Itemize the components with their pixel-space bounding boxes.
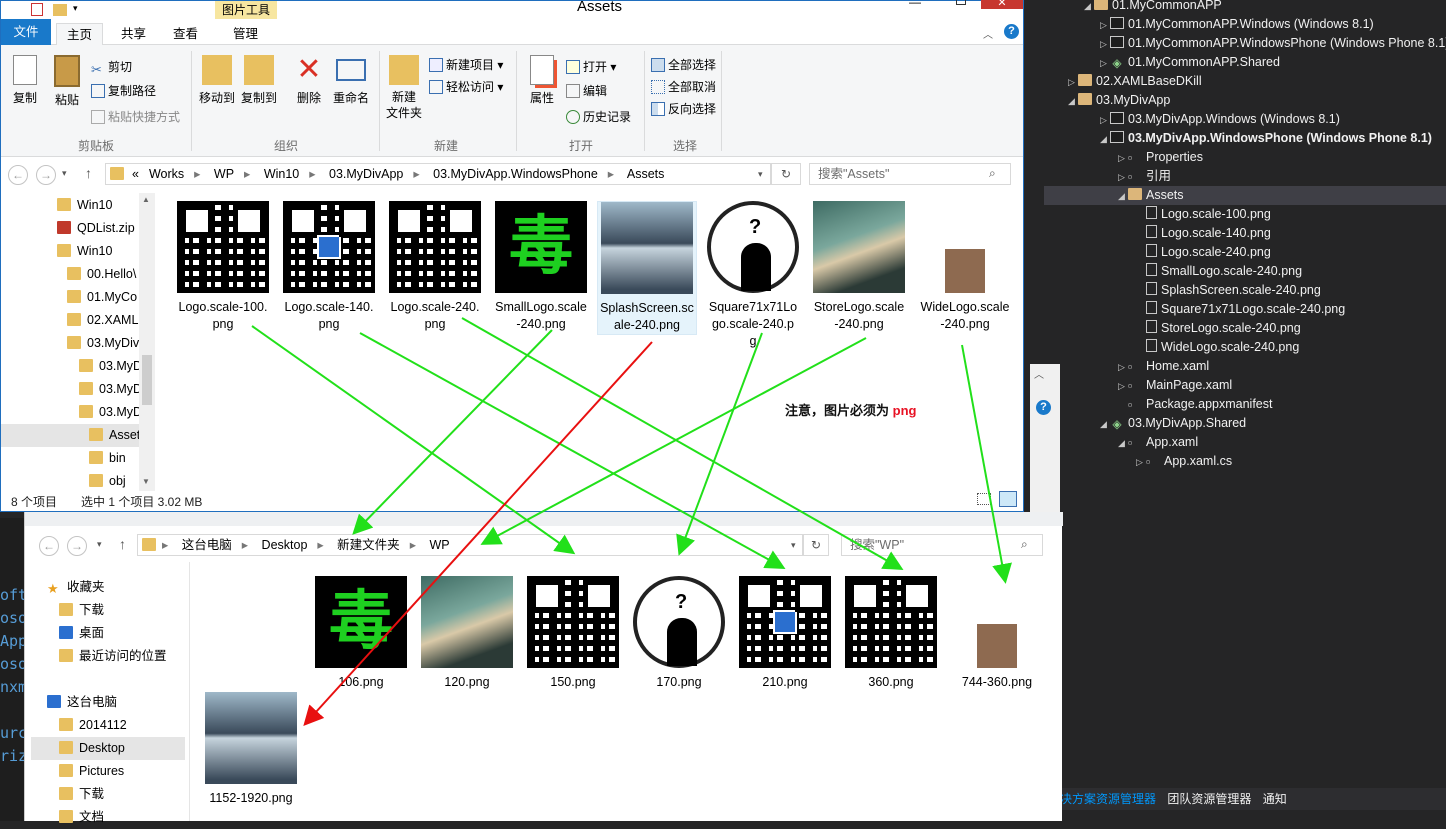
arrow-smalllogo-to-106 [352, 329, 553, 535]
arrow-widelogo-to-744 [961, 344, 1012, 584]
arrow-square71-to-170 [676, 332, 763, 556]
arrows-overlay [251, 317, 1012, 726]
arrow-storelogo-to-120 [480, 337, 867, 545]
